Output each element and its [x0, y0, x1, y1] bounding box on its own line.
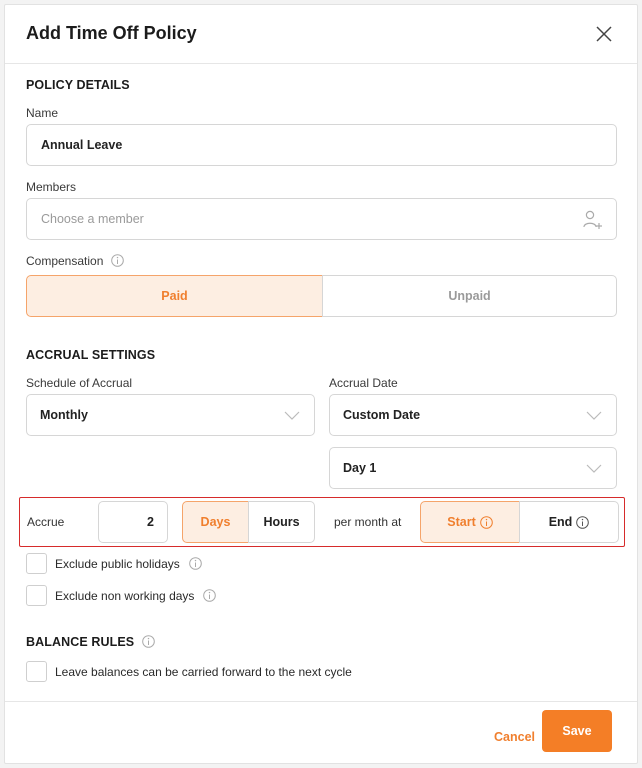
compensation-unpaid-option[interactable]: Unpaid — [322, 275, 617, 317]
save-button[interactable]: Save — [542, 710, 612, 752]
exclude-public-holidays-checkbox[interactable] — [26, 553, 47, 574]
per-month-text: per month at — [334, 515, 402, 529]
compensation-label-text: Compensation — [26, 254, 104, 268]
accrual-date-label: Accrual Date — [329, 376, 398, 390]
exclude-non-working-days-row: Exclude non working days — [26, 585, 217, 606]
timing-end-option[interactable]: End — [519, 501, 619, 543]
chevron-down-icon — [284, 411, 300, 420]
info-icon[interactable] — [203, 589, 217, 602]
accrual-date-value: Custom Date — [343, 408, 421, 422]
cancel-button[interactable]: Cancel — [494, 730, 535, 744]
unit-hours-option[interactable]: Hours — [248, 501, 315, 543]
compensation-paid-option[interactable]: Paid — [26, 275, 323, 317]
info-icon[interactable] — [479, 515, 493, 529]
accrual-settings-heading: ACCRUAL SETTINGS — [26, 348, 156, 362]
chevron-down-icon — [586, 411, 602, 420]
exclude-public-holidays-label: Exclude public holidays — [55, 556, 180, 571]
info-icon[interactable] — [110, 254, 124, 267]
accrual-day-select[interactable]: Day 1 — [329, 447, 617, 489]
modal-title: Add Time Off Policy — [26, 23, 197, 43]
exclude-public-holidays-row: Exclude public holidays — [26, 553, 202, 574]
info-icon[interactable] — [188, 557, 202, 570]
timing-start-label: Start — [447, 515, 476, 529]
balance-rules-heading: BALANCE RULES — [26, 635, 155, 649]
accrue-row: Accrue 2 Days Hours per month at Start E… — [19, 497, 625, 547]
unit-days-option[interactable]: Days — [182, 501, 249, 543]
chevron-down-icon — [586, 464, 602, 473]
accrue-label: Accrue — [27, 515, 65, 529]
schedule-label: Schedule of Accrual — [26, 376, 133, 390]
compensation-label: Compensation — [26, 254, 124, 268]
info-icon[interactable] — [576, 515, 590, 529]
name-label: Name — [26, 106, 59, 120]
members-placeholder: Choose a member — [41, 212, 144, 226]
carry-forward-row: Leave balances can be carried forward to… — [26, 661, 352, 682]
members-input[interactable]: Choose a member — [26, 198, 617, 240]
modal-header: Add Time Off Policy — [5, 5, 637, 64]
timing-start-option[interactable]: Start — [420, 501, 520, 543]
timing-end-label: End — [548, 515, 573, 529]
add-user-icon[interactable] — [582, 209, 604, 231]
name-input[interactable]: Annual Leave — [26, 124, 617, 166]
policy-details-heading: POLICY DETAILS — [26, 78, 130, 92]
close-icon — [596, 26, 612, 42]
add-time-off-policy-modal: Add Time Off Policy POLICY DETAILS Name … — [4, 4, 638, 764]
close-button[interactable] — [593, 23, 615, 45]
accrual-day-value: Day 1 — [343, 461, 377, 475]
accrual-date-select[interactable]: Custom Date — [329, 394, 617, 436]
carry-forward-checkbox[interactable] — [26, 661, 47, 682]
members-label: Members — [26, 180, 77, 194]
accrue-amount-input[interactable]: 2 — [98, 501, 168, 543]
exclude-non-working-days-label: Exclude non working days — [55, 588, 195, 603]
info-icon[interactable] — [142, 635, 155, 648]
schedule-select[interactable]: Monthly — [26, 394, 315, 436]
exclude-non-working-days-checkbox[interactable] — [26, 585, 47, 606]
schedule-value: Monthly — [40, 408, 88, 422]
balance-rules-heading-text: BALANCE RULES — [26, 635, 135, 649]
carry-forward-label: Leave balances can be carried forward to… — [55, 664, 352, 679]
